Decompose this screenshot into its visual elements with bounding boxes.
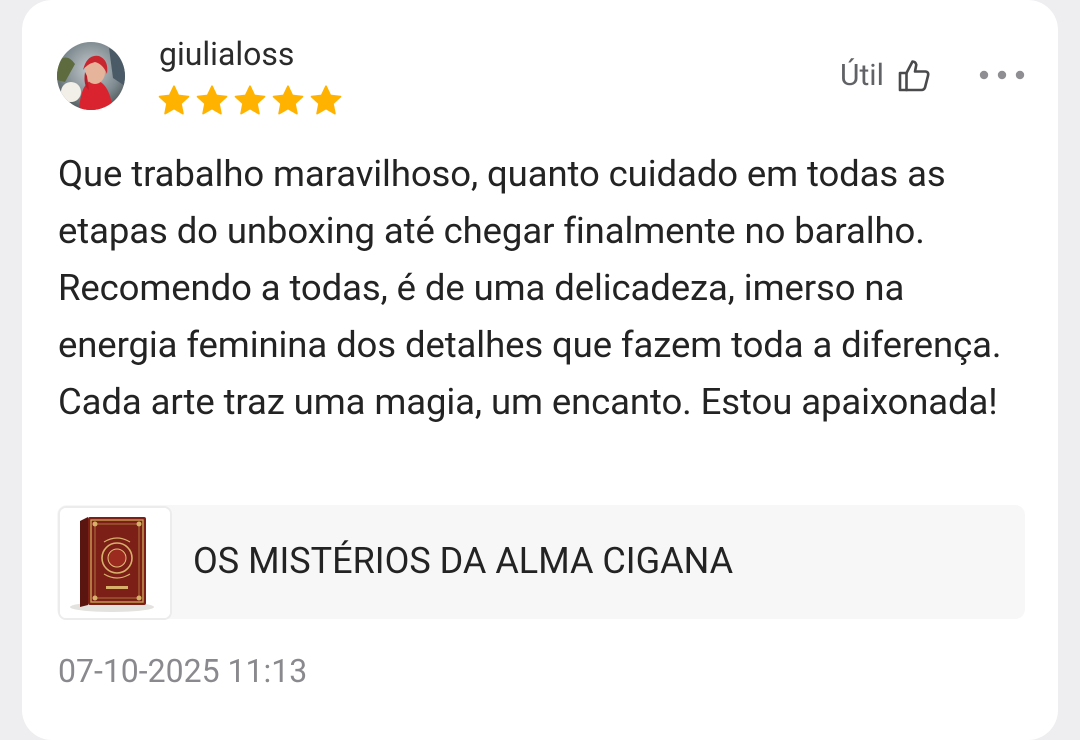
review-timestamp: 07-10-2025 11:13 bbox=[58, 652, 308, 690]
product-box-image bbox=[60, 508, 170, 618]
star-icon bbox=[158, 85, 190, 115]
reviewer-username[interactable]: giulialoss bbox=[159, 34, 294, 74]
review-text: Que trabalho maravilhoso, quanto cuidado… bbox=[58, 152, 1002, 423]
product-name: OS MISTÉRIOS DA ALMA CIGANA bbox=[193, 540, 734, 582]
star-icon bbox=[234, 85, 266, 115]
product-thumbnail bbox=[58, 506, 172, 620]
star-rating bbox=[157, 84, 343, 118]
thumbs-up-icon bbox=[898, 60, 930, 92]
helpful-label: Útil bbox=[840, 58, 884, 93]
helpful-button[interactable]: Útil bbox=[840, 55, 932, 97]
avatar-image bbox=[57, 42, 125, 110]
product-link[interactable]: OS MISTÉRIOS DA ALMA CIGANA bbox=[57, 505, 1025, 620]
star-icon bbox=[272, 85, 304, 115]
more-options-icon[interactable] bbox=[976, 64, 1028, 86]
star-icon bbox=[196, 85, 228, 115]
star-icon bbox=[310, 85, 342, 115]
avatar[interactable] bbox=[57, 42, 125, 110]
